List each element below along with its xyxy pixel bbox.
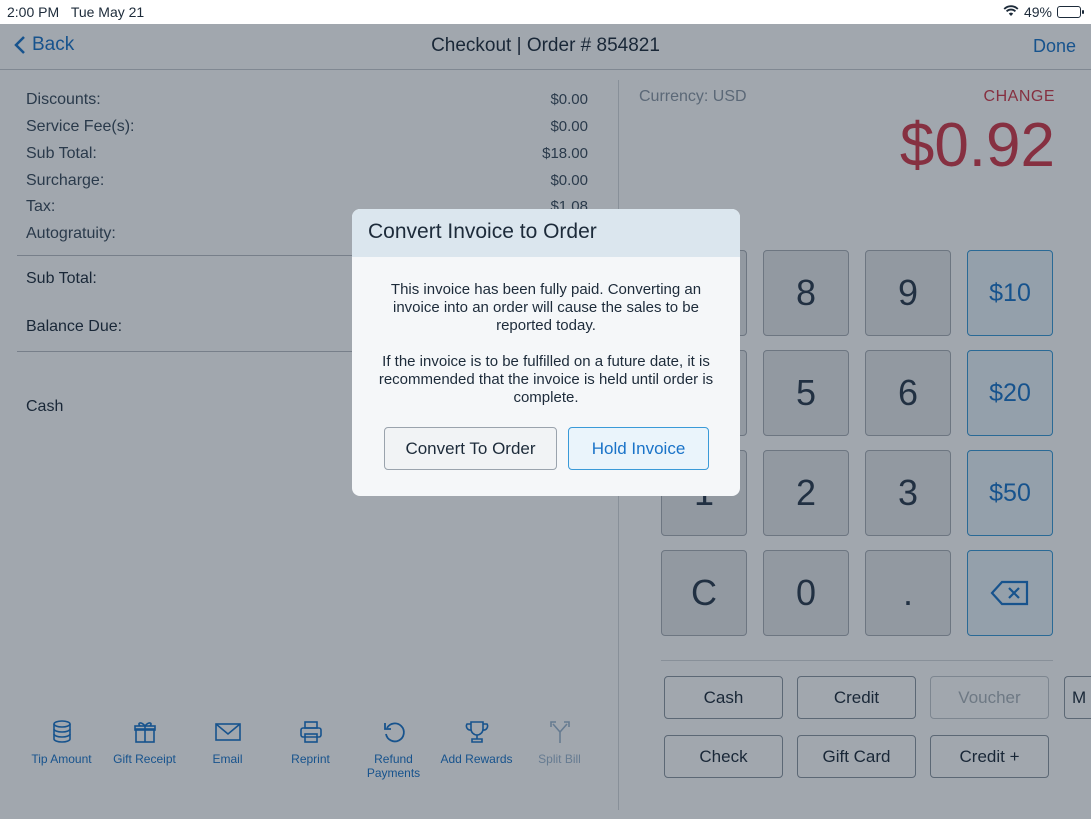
dialog-message: This invoice has been fully paid. Conver… <box>352 281 740 407</box>
dialog-message-future: If the invoice is to be fulfilled on a f… <box>378 353 714 406</box>
dialog-message-paid: This invoice has been fully paid. Conver… <box>390 281 702 334</box>
wifi-icon <box>1003 4 1019 20</box>
battery-percent: 49% <box>1023 4 1052 20</box>
dialog-buttons: Convert To Order Hold Invoice <box>384 427 709 470</box>
dialog-title: Convert Invoice to Order <box>352 209 740 257</box>
convert-to-order-button[interactable]: Convert To Order <box>384 427 557 470</box>
battery-icon <box>1057 6 1084 18</box>
hold-invoice-button[interactable]: Hold Invoice <box>568 427 709 470</box>
status-time: 2:00 PM Tue May 21 <box>7 4 145 20</box>
status-right: 49% <box>1003 4 1084 20</box>
convert-invoice-dialog: Convert Invoice to Order This invoice ha… <box>352 209 740 496</box>
status-bar: 2:00 PM Tue May 21 49% <box>0 0 1091 24</box>
